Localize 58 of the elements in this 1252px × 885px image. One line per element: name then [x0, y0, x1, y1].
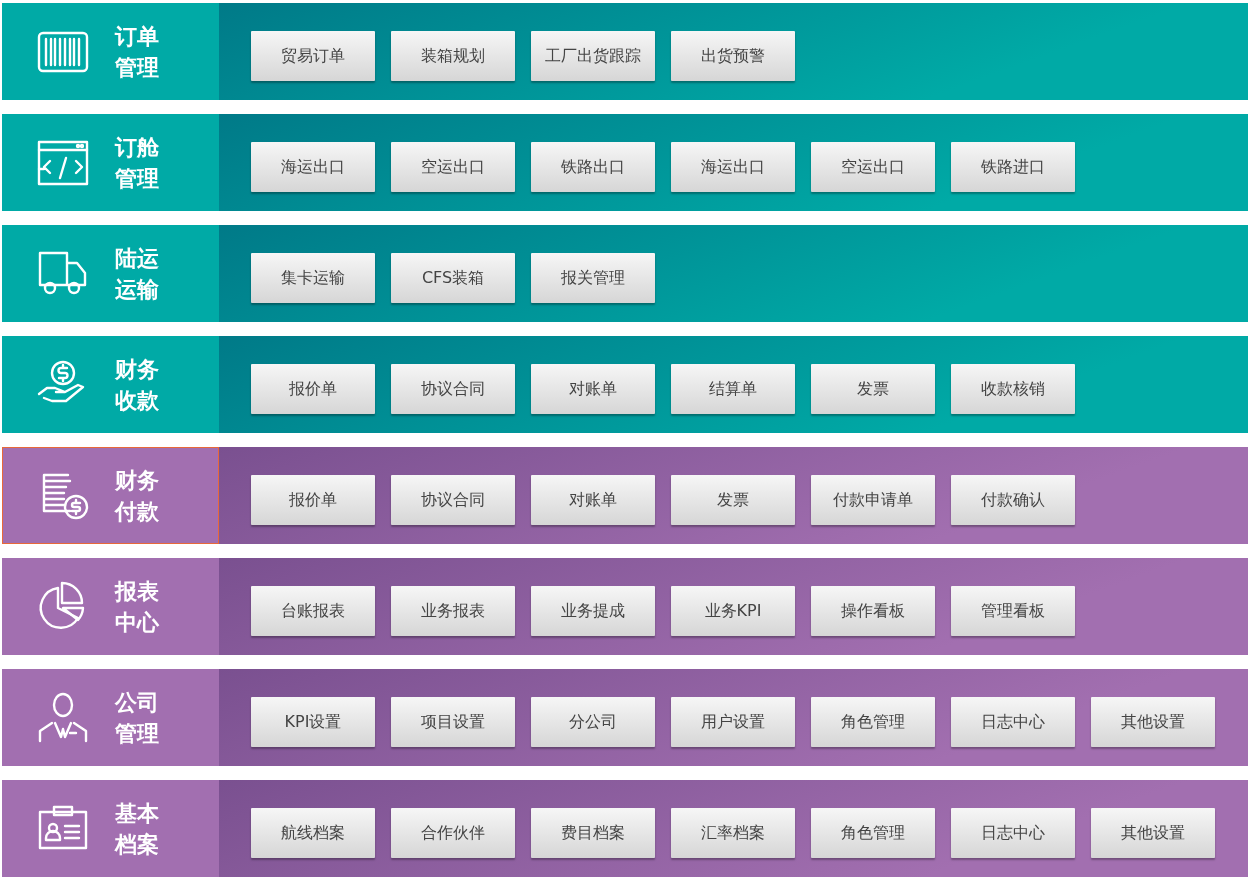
menu-button[interactable]: 台账报表 — [251, 586, 375, 636]
menu-button[interactable]: 空运出口 — [391, 142, 515, 192]
menu-button[interactable]: 日志中心 — [951, 808, 1075, 858]
menu-button[interactable]: 管理看板 — [951, 586, 1075, 636]
category-panel[interactable]: 公司管理 — [2, 669, 219, 766]
category-panel[interactable]: 财务付款 — [2, 447, 219, 544]
menu-button[interactable]: 业务KPI — [671, 586, 795, 636]
menu-button[interactable]: 用户设置 — [671, 697, 795, 747]
menu-button[interactable]: 报关管理 — [531, 253, 655, 303]
menu-button[interactable]: 集卡运输 — [251, 253, 375, 303]
menu-button[interactable]: 其他设置 — [1091, 808, 1215, 858]
menu-button[interactable]: 费目档案 — [531, 808, 655, 858]
menu-button[interactable]: 海运出口 — [251, 142, 375, 192]
menu-button[interactable]: 日志中心 — [951, 697, 1075, 747]
menu-button[interactable]: CFS装箱 — [391, 253, 515, 303]
category-panel[interactable]: 基本档案 — [2, 780, 219, 877]
menu-button[interactable]: 角色管理 — [811, 808, 935, 858]
category-title: 订单管理 — [115, 22, 160, 82]
menu-button[interactable]: 项目设置 — [391, 697, 515, 747]
menu-button[interactable]: 装箱规划 — [391, 31, 515, 81]
category-title: 财务付款 — [115, 466, 160, 526]
menu-button[interactable]: 结算单 — [671, 364, 795, 414]
menu-button[interactable]: 付款确认 — [951, 475, 1075, 525]
menu-button[interactable]: 航线档案 — [251, 808, 375, 858]
menu-button[interactable]: 业务提成 — [531, 586, 655, 636]
menu-button[interactable]: 收款核销 — [951, 364, 1075, 414]
menu-button[interactable]: 对账单 — [531, 364, 655, 414]
category-title: 财务收款 — [115, 355, 160, 415]
category-title: 报表中心 — [115, 577, 160, 637]
menu-button[interactable]: 分公司 — [531, 697, 655, 747]
menu-button[interactable]: 汇率档案 — [671, 808, 795, 858]
menu-button[interactable]: 业务报表 — [391, 586, 515, 636]
menu-button[interactable]: 协议合同 — [391, 475, 515, 525]
menu-button[interactable]: 工厂出货跟踪 — [531, 31, 655, 81]
category-title: 公司管理 — [115, 688, 160, 748]
menu-button[interactable]: 海运出口 — [671, 142, 795, 192]
menu-button[interactable]: 贸易订单 — [251, 31, 375, 81]
category-title: 陆运运输 — [115, 244, 160, 304]
category-title: 基本档案 — [115, 799, 160, 859]
menu-button[interactable]: 空运出口 — [811, 142, 935, 192]
menu-button[interactable]: 其他设置 — [1091, 697, 1215, 747]
menu-button[interactable]: KPI设置 — [251, 697, 375, 747]
menu-button[interactable]: 报价单 — [251, 364, 375, 414]
category-panel[interactable]: 报表中心 — [2, 558, 219, 655]
menu-button[interactable]: 协议合同 — [391, 364, 515, 414]
category-title: 订舱管理 — [115, 133, 160, 193]
menu-button[interactable]: 报价单 — [251, 475, 375, 525]
menu-button[interactable]: 发票 — [671, 475, 795, 525]
menu-button[interactable]: 合作伙伴 — [391, 808, 515, 858]
menu-button[interactable]: 铁路出口 — [531, 142, 655, 192]
menu-button[interactable]: 付款申请单 — [811, 475, 935, 525]
menu-button[interactable]: 角色管理 — [811, 697, 935, 747]
menu-button[interactable]: 对账单 — [531, 475, 655, 525]
menu-button[interactable]: 发票 — [811, 364, 935, 414]
menu-button[interactable]: 铁路进口 — [951, 142, 1075, 192]
menu-button[interactable]: 操作看板 — [811, 586, 935, 636]
person-tie-icon — [36, 690, 90, 745]
menu-button[interactable]: 出货预警 — [671, 31, 795, 81]
